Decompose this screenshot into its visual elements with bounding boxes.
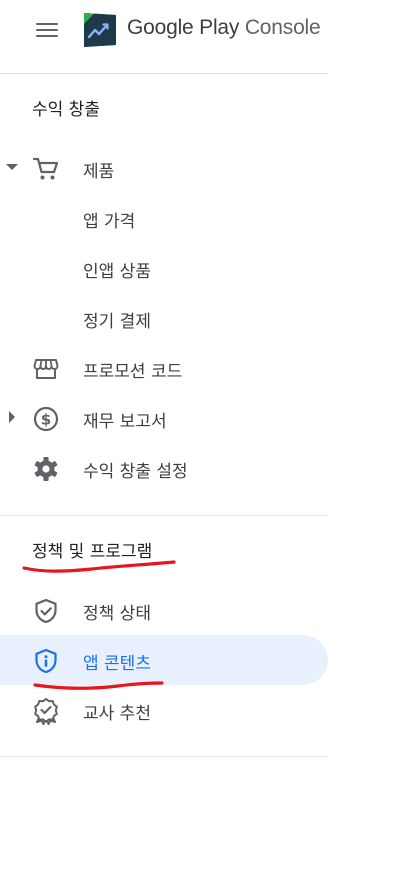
shield-check-icon	[35, 598, 57, 624]
app-header: Google Play Console	[0, 0, 328, 74]
hamburger-menu-icon[interactable]	[36, 22, 60, 40]
svg-text:$: $	[41, 411, 51, 429]
nav-item-promo-codes[interactable]: 프로모션 코드	[0, 343, 328, 393]
nav-item-app-content[interactable]: 앱 콘텐츠	[0, 635, 328, 685]
nav-item-app-pricing[interactable]: 앱 가격	[0, 193, 328, 243]
brand-primary: Google Play	[127, 16, 240, 39]
nav-item-subscriptions[interactable]: 정기 결제	[0, 293, 328, 343]
nav-label: 프로모션 코드	[83, 362, 183, 382]
dollar-circle-icon: $	[33, 406, 59, 432]
nav-label: 정기 결제	[83, 312, 151, 332]
nav-item-in-app-products[interactable]: 인앱 상품	[0, 243, 328, 293]
storefront-icon	[33, 359, 59, 379]
nav-label: 제품	[83, 162, 115, 182]
nav-item-teacher-approved[interactable]: 교사 추천	[0, 685, 328, 735]
section-title-policy: 정책 및 프로그램	[32, 542, 153, 562]
brand-name[interactable]: Google Play Console	[127, 16, 321, 40]
nav-label: 앱 가격	[83, 212, 136, 232]
nav-item-products[interactable]: 제품	[0, 143, 328, 193]
section-divider	[0, 756, 328, 757]
play-console-logo	[84, 13, 116, 47]
caret-right-icon[interactable]	[5, 410, 19, 424]
nav-item-policy-status[interactable]: 정책 상태	[0, 585, 328, 635]
gear-icon	[34, 457, 58, 481]
shopping-cart-icon	[32, 157, 59, 180]
nav-label: 정책 상태	[83, 604, 151, 624]
nav-label: 교사 추천	[83, 704, 151, 724]
nav-item-financial-reports[interactable]: $ 재무 보고서	[0, 393, 328, 443]
brand-secondary: Console	[244, 16, 321, 39]
shield-info-icon	[35, 648, 57, 674]
badge-check-icon	[34, 698, 58, 725]
section-title-monetize: 수익 창출	[32, 100, 100, 120]
nav-label: 재무 보고서	[83, 412, 167, 432]
nav-label: 인앱 상품	[83, 262, 151, 282]
section-divider	[0, 515, 328, 516]
caret-down-icon[interactable]	[5, 160, 19, 174]
nav-item-monetization-setup[interactable]: 수익 창출 설정	[0, 443, 328, 493]
nav-label: 앱 콘텐츠	[83, 654, 151, 674]
nav-label: 수익 창출 설정	[83, 462, 188, 482]
